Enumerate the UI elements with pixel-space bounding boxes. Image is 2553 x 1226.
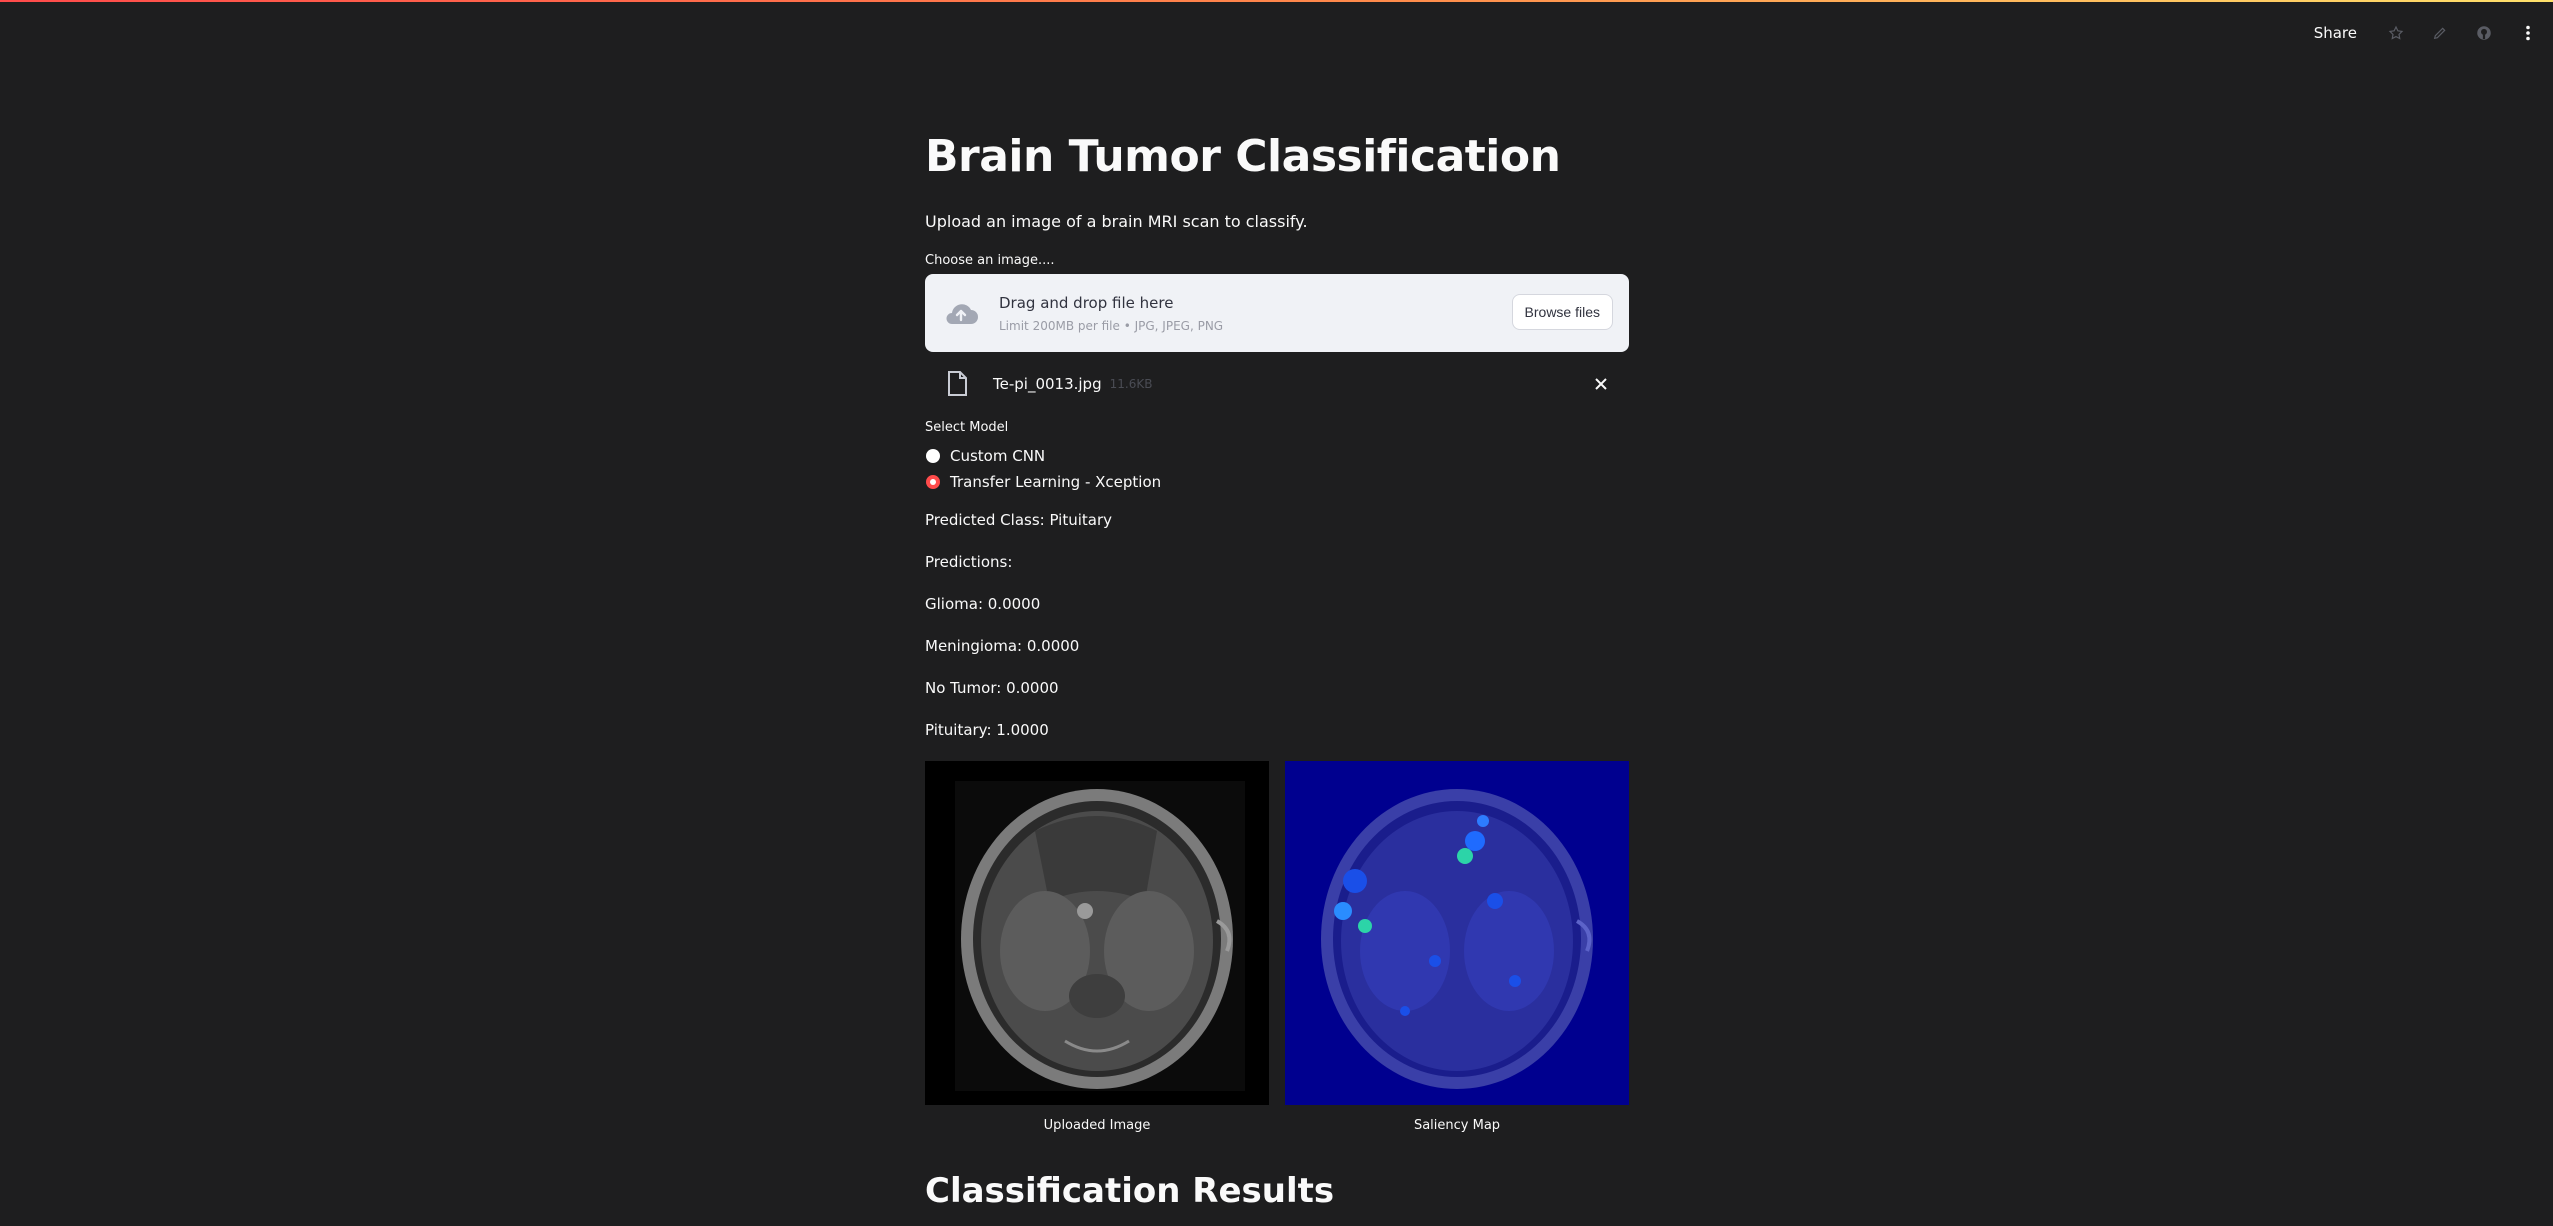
page-subtitle: Upload an image of a brain MRI scan to c… [925, 212, 1308, 231]
main-content: Brain Tumor Classification Upload an ima… [925, 130, 1629, 1211]
prediction-meningioma: Meningioma: 0.0000 [925, 637, 1080, 655]
page-title: Brain Tumor Classification [925, 131, 1561, 182]
predictions-header: Predictions: [925, 553, 1013, 571]
prediction-pituitary: Pituitary: 1.0000 [925, 721, 1049, 739]
file-icon [947, 371, 969, 397]
dropzone-limit: Limit 200MB per file • JPG, JPEG, PNG [999, 318, 1224, 333]
github-icon[interactable] [2473, 22, 2495, 44]
browse-files-button[interactable]: Browse files [1511, 294, 1613, 330]
section-heading: Classification Results [925, 1171, 1335, 1211]
cloud-upload-icon [941, 293, 981, 333]
remove-file-icon[interactable] [1591, 374, 1611, 394]
uploaded-image-caption: Uploaded Image [1043, 1118, 1151, 1133]
dropzone-instructions: Drag and drop file here [999, 293, 1174, 312]
saliency-map-image [1285, 761, 1629, 1105]
images-row: Uploaded Image Saliency Map [925, 761, 1629, 1133]
share-button[interactable]: Share [2314, 24, 2357, 42]
saliency-image-column: Saliency Map [1285, 761, 1629, 1133]
file-dropzone[interactable]: Drag and drop file here Limit 200MB per … [925, 274, 1629, 352]
star-icon[interactable] [2385, 22, 2407, 44]
radio-option-xception[interactable]: Transfer Learning - Xception [925, 469, 1629, 495]
more-vertical-icon[interactable] [2517, 22, 2539, 44]
file-size: 11.6KB [1109, 377, 1153, 391]
top-decoration-bar [0, 0, 2553, 2]
model-select-label: Select Model [925, 420, 1009, 435]
file-name: Te-pi_0013.jpg [993, 375, 1102, 393]
radio-selected-icon[interactable] [926, 475, 940, 489]
edit-icon[interactable] [2429, 22, 2451, 44]
radio-option-custom-cnn[interactable]: Custom CNN [925, 443, 1629, 469]
predicted-class: Predicted Class: Pituitary [925, 511, 1113, 529]
prediction-no-tumor: No Tumor: 0.0000 [925, 679, 1059, 697]
model-radio-group: Custom CNN Transfer Learning - Xception [925, 443, 1629, 495]
app-toolbar: Share [2314, 22, 2539, 44]
prediction-results: Predicted Class: Pituitary Predictions: … [925, 499, 1629, 751]
uploaded-image-column: Uploaded Image [925, 761, 1269, 1133]
uploaded-file-row: Te-pi_0013.jpg 11.6KB [925, 366, 1629, 402]
radio-option-label: Custom CNN [950, 447, 1046, 465]
uploader-label: Choose an image.... [925, 253, 1055, 268]
prediction-glioma: Glioma: 0.0000 [925, 595, 1041, 613]
uploaded-mri-image [925, 761, 1269, 1105]
radio-option-label: Transfer Learning - Xception [950, 473, 1162, 491]
radio-unselected-icon[interactable] [926, 449, 940, 463]
saliency-map-caption: Saliency Map [1413, 1118, 1501, 1133]
